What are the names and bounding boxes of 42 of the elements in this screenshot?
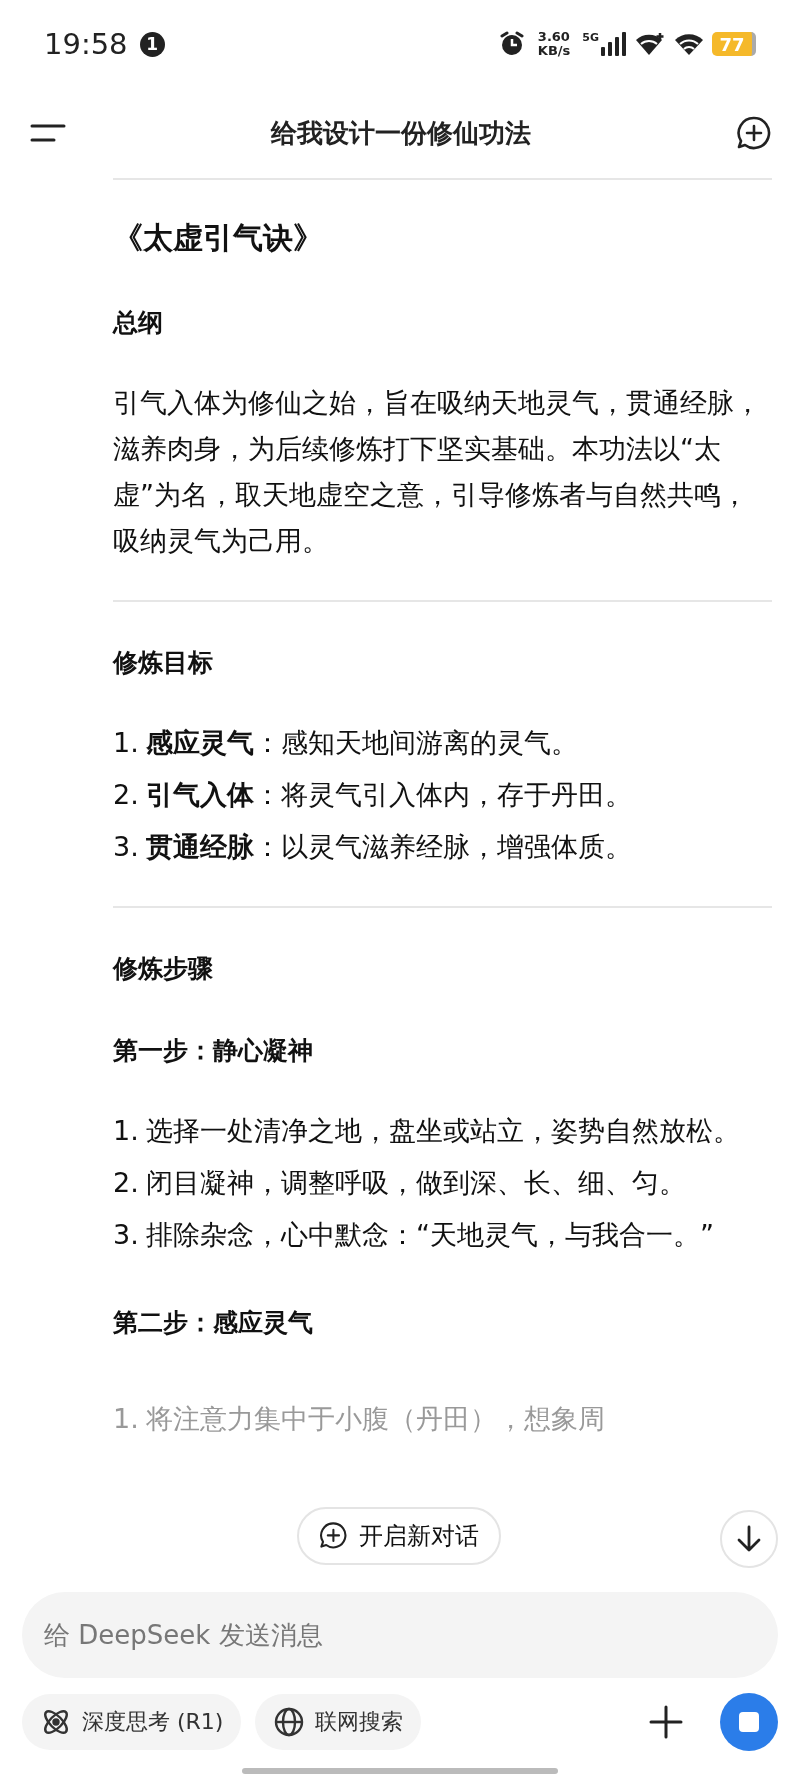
network-speed-unit: KB/s [537, 44, 571, 58]
stop-icon [738, 1711, 760, 1733]
list-number: 3. [113, 830, 140, 864]
battery-level: 77 [719, 33, 745, 55]
clock-time: 19:58 [44, 27, 128, 61]
list-item-text: 将注意力集中于小腹（丹田），想象周 [146, 1402, 606, 1436]
list-number: 1. [113, 1402, 140, 1436]
stop-button[interactable] [720, 1693, 778, 1751]
list-item-text: 闭目凝神，调整呼吸，做到深、长、细、匀。 [146, 1166, 687, 1200]
list-item-text: 排除杂念，心中默念：“天地灵气，与我合一。” [146, 1218, 715, 1252]
new-chat-button[interactable]: 开启新对话 [297, 1507, 501, 1565]
paragraph: 引气入体为修仙之始，旨在吸纳天地灵气，贯通经脉，滋养肉身，为后续修炼打下坚实基础。本功法以“太虚”为名，取天地虚空之意，引导修炼者与自然共鸣，吸纳灵气为己用。 [113, 386, 762, 558]
section-heading: 修炼步骤 [113, 953, 214, 985]
document-title: 《太虚引气诀》 [113, 219, 324, 257]
list-item-text: 贯通经脉：以灵气滋养经脉，增强体质。 [146, 830, 633, 864]
network-type: 5G [582, 31, 599, 44]
list-number: 1. [113, 726, 140, 760]
list-number: 2. [113, 778, 140, 812]
list-number: 1. [113, 1114, 140, 1148]
option-chip[interactable]: 深度思考 (R1) [22, 1694, 242, 1750]
message-input-field[interactable]: 给 DeepSeek 发送消息 [22, 1592, 778, 1678]
option-chip[interactable]: 联网搜索 [255, 1694, 422, 1750]
wifi-icon [674, 31, 704, 57]
notification-badge: 1 [139, 31, 165, 57]
list-item-text: 引气入体：将灵气引入体内，存于丹田。 [146, 778, 633, 812]
signal-icon [600, 31, 626, 57]
section-heading: 修炼目标 [113, 647, 214, 679]
network-speed: 3.60 [537, 30, 571, 44]
list-number: 3. [113, 1218, 140, 1252]
list-item-text: 选择一处清净之地，盘坐或站立，姿势自然放松。 [146, 1114, 741, 1148]
list-item-text: 感应灵气：感知天地间游离的灵气。 [146, 726, 579, 760]
list-number: 2. [113, 1166, 140, 1200]
chat-title: 给我设计一份修仙功法 [271, 116, 531, 150]
down-arrow-icon [736, 1525, 762, 1553]
section-heading: 第一步：静心凝神 [113, 1035, 314, 1067]
globe-icon [273, 1706, 306, 1738]
new-chat-icon[interactable] [736, 115, 772, 151]
wifi-icon [634, 31, 666, 57]
section-heading: 第二步：感应灵气 [113, 1307, 314, 1339]
section-heading: 总纲 [113, 307, 164, 339]
new-chat-icon [319, 1521, 349, 1551]
plus-icon[interactable] [648, 1704, 684, 1740]
